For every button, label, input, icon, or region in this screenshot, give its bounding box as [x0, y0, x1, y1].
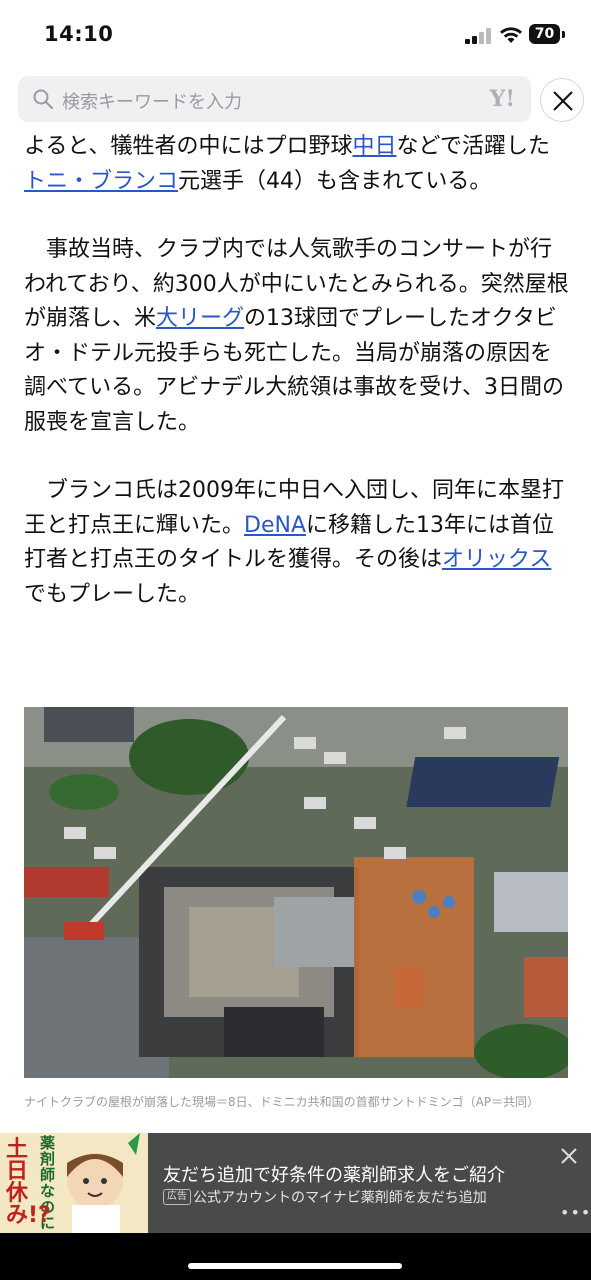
collapsed-nightclub-aerial-image — [24, 707, 568, 1078]
ad-close-icon[interactable] — [560, 1147, 578, 1165]
link-orix[interactable]: オリックス — [442, 547, 551, 572]
close-icon — [553, 91, 573, 111]
article-paragraph-1: よると、犠牲者の中にはプロ野球中日などで活躍したトニ・ブランコ元選手（44）も含… — [24, 130, 572, 199]
article-body: よると、犠牲者の中にはプロ野球中日などで活躍したトニ・ブランコ元選手（44）も含… — [24, 130, 572, 646]
wifi-icon — [500, 27, 522, 43]
article-text: よると、犠牲者の中にはプロ野球 — [24, 134, 353, 159]
bottom-bar — [0, 1233, 591, 1280]
ad-image-text-2: 土日休み!? — [6, 1137, 51, 1228]
article-paragraph-3: ブランコ氏は2009年に中日へ入団し、同年に本塁打王と打点王に輝いた。DeNAに… — [24, 474, 572, 612]
cellular-signal-icon — [465, 28, 493, 44]
status-bar: 14:10 70 — [0, 0, 591, 70]
article-text: などで活躍した — [396, 134, 551, 159]
link-dena[interactable]: DeNA — [244, 513, 306, 538]
search-input[interactable]: 検索キーワードを入力 Y! — [18, 76, 531, 122]
status-time: 14:10 — [44, 22, 114, 46]
ad-banner[interactable]: 薬剤師なのに 土日休み!? 友だち追加で好条件の薬剤師求人をご紹介 広告 公式ア… — [0, 1133, 591, 1233]
article-photo[interactable] — [24, 707, 568, 1078]
article-text: でもプレーした。 — [24, 581, 201, 607]
ad-badge: 広告 — [163, 1189, 191, 1205]
article-paragraph-2: 事故当時、クラブ内では人気歌手のコンサートが行われており、約300人が中にいたと… — [24, 233, 572, 440]
link-major-league[interactable]: 大リーグ — [156, 306, 244, 331]
yahoo-logo: Y! — [489, 86, 515, 112]
search-placeholder: 検索キーワードを入力 — [62, 92, 242, 113]
battery-icon: 70 — [529, 24, 565, 44]
search-icon — [33, 89, 54, 110]
link-chunichi[interactable]: 中日 — [352, 134, 396, 159]
ad-more-icon[interactable]: ••• — [560, 1203, 591, 1222]
ad-subtitle[interactable]: 公式アカウントのマイナビ薬剤師を友だち追加 — [193, 1187, 487, 1207]
link-toni-blanco[interactable]: トニ・ブランコ — [24, 169, 178, 194]
photo-caption: ナイトクラブの屋根が崩落した現場＝8日、ドミニカ共和国の首都サントドミンゴ（AP… — [24, 1095, 540, 1109]
home-indicator[interactable] — [188, 1263, 402, 1269]
battery-level: 70 — [529, 24, 560, 44]
ad-image[interactable]: 薬剤師なのに 土日休み!? — [0, 1133, 148, 1233]
close-button[interactable] — [540, 78, 584, 122]
article-text: 元選手（44）も含まれている。 — [178, 168, 492, 194]
ad-title[interactable]: 友だち追加で好条件の薬剤師求人をご紹介 — [163, 1161, 505, 1187]
